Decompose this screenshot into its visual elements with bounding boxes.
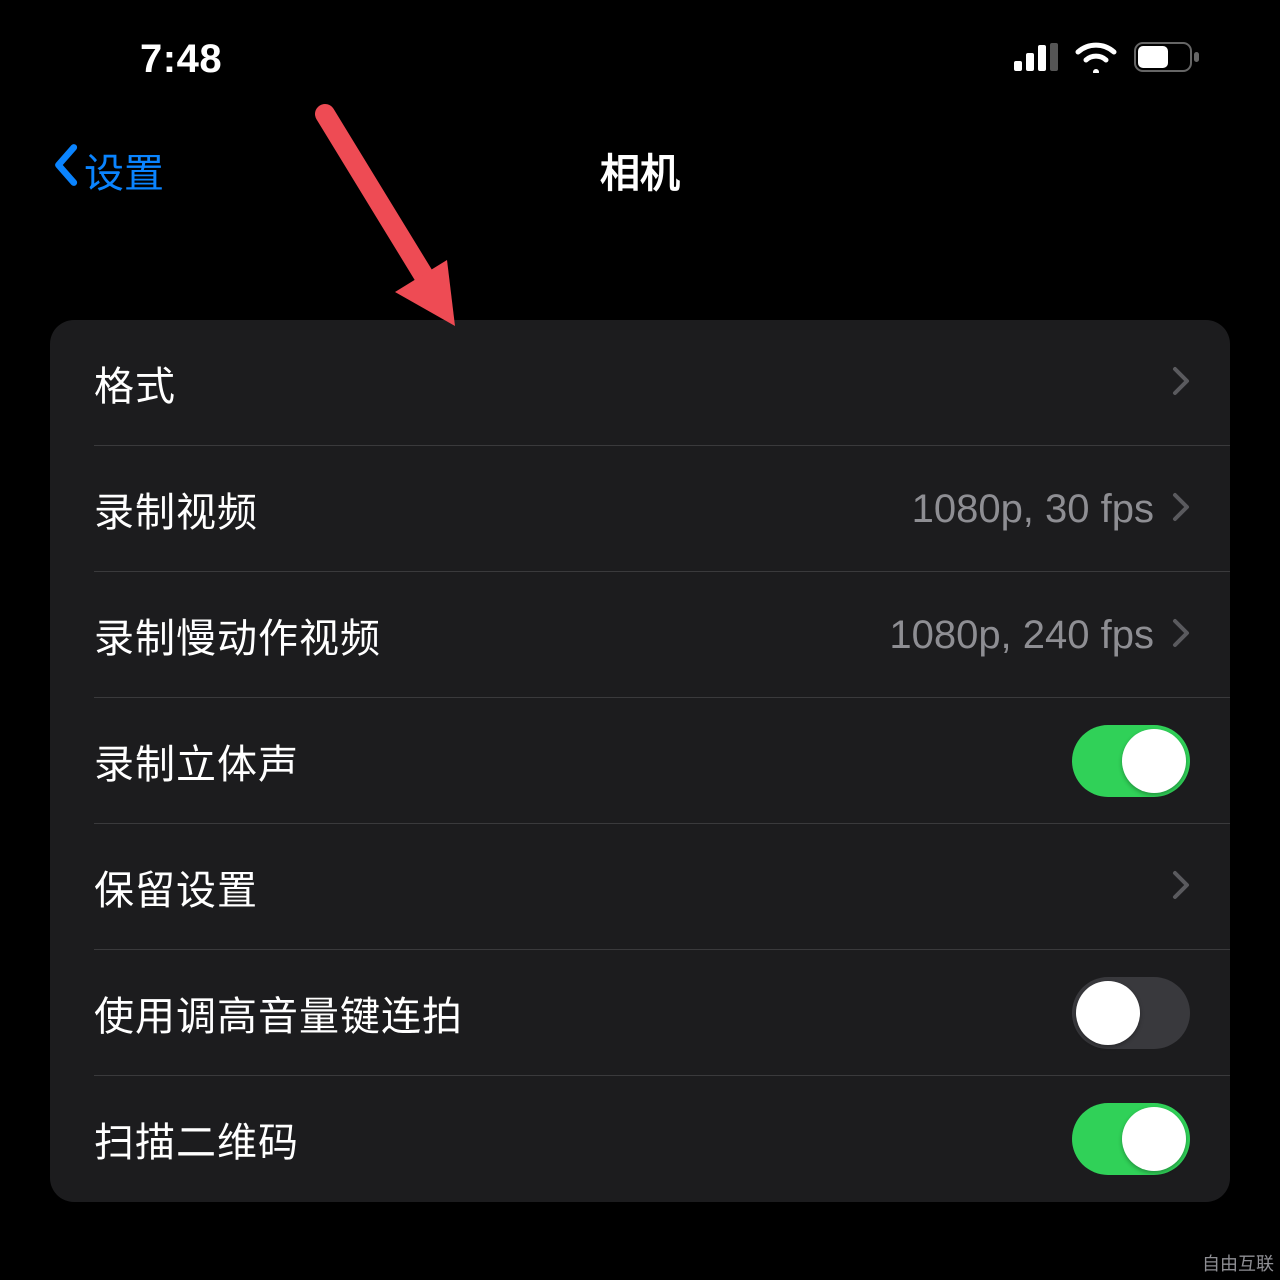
row-label: 扫描二维码 [94, 1110, 299, 1168]
toggle-knob [1076, 981, 1140, 1045]
row-preserve[interactable]: 保留设置 [50, 824, 1230, 950]
row-scan-qr: 扫描二维码 [50, 1076, 1230, 1202]
chevron-left-icon [50, 143, 80, 197]
row-record-video[interactable]: 录制视频 1080p, 30 fps [50, 446, 1230, 572]
row-label: 录制慢动作视频 [94, 606, 381, 664]
toggle-knob [1122, 729, 1186, 793]
page-title: 相机 [600, 141, 680, 199]
back-button[interactable]: 设置 [50, 141, 164, 199]
toggle-scan-qr[interactable] [1072, 1103, 1190, 1175]
chevron-right-icon [1172, 870, 1190, 905]
back-label: 设置 [84, 141, 164, 199]
chevron-right-icon [1172, 492, 1190, 527]
status-icons [1014, 41, 1210, 78]
row-stereo: 录制立体声 [50, 698, 1230, 824]
row-value: 1080p, 240 fps [889, 613, 1154, 658]
chevron-right-icon [1172, 366, 1190, 401]
nav-header: 设置 相机 [0, 120, 1280, 220]
chevron-right-icon [1172, 618, 1190, 653]
cellular-icon [1014, 43, 1058, 76]
watermark: 自由互联 [1198, 1248, 1278, 1278]
row-label: 保留设置 [94, 858, 258, 916]
wifi-icon [1074, 41, 1118, 78]
row-label: 录制视频 [94, 480, 258, 538]
row-label: 格式 [94, 354, 176, 412]
row-value: 1080p, 30 fps [912, 487, 1154, 532]
row-label: 录制立体声 [94, 732, 299, 790]
status-bar: 7:48 [0, 0, 1280, 100]
row-volume-burst: 使用调高音量键连拍 [50, 950, 1230, 1076]
status-time: 7:48 [140, 37, 222, 82]
row-label: 使用调高音量键连拍 [94, 984, 463, 1042]
toggle-knob [1122, 1107, 1186, 1171]
row-record-slowmo[interactable]: 录制慢动作视频 1080p, 240 fps [50, 572, 1230, 698]
row-format[interactable]: 格式 [50, 320, 1230, 446]
toggle-stereo[interactable] [1072, 725, 1190, 797]
toggle-volume-burst[interactable] [1072, 977, 1190, 1049]
settings-list: 格式 录制视频 1080p, 30 fps 录制慢动作视频 1080p, 240… [50, 320, 1230, 1202]
battery-icon [1134, 42, 1200, 77]
